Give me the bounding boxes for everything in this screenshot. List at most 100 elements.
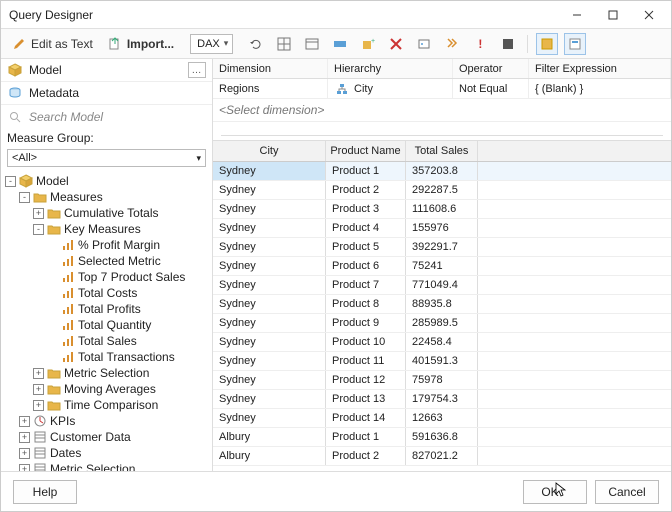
toolbar-stop-button[interactable] — [497, 33, 519, 55]
cancel-button[interactable]: Cancel — [595, 480, 659, 504]
expander-icon[interactable] — [47, 272, 58, 283]
expander-icon[interactable]: - — [33, 224, 44, 235]
metadata-row[interactable]: Metadata — [1, 82, 212, 105]
table-row[interactable]: AlburyProduct 2827021.2 — [213, 447, 671, 466]
expander-icon[interactable] — [47, 256, 58, 267]
toolbar-flatten-button[interactable] — [329, 33, 351, 55]
tree-node-label: Measures — [50, 190, 103, 204]
tree-node[interactable]: +Time Comparison — [1, 397, 212, 413]
toolbar-refresh-button[interactable] — [245, 33, 267, 55]
tree-node[interactable]: - Measures — [1, 189, 212, 205]
tree-node[interactable]: +Metric Selection — [1, 365, 212, 381]
expander-icon[interactable] — [47, 352, 58, 363]
select-dimension-placeholder[interactable]: <Select dimension> — [213, 99, 671, 122]
tree-node[interactable]: Total Quantity — [1, 317, 212, 333]
col-city[interactable]: City — [213, 141, 326, 161]
tree-node[interactable]: Total Profits — [1, 301, 212, 317]
table-row[interactable]: SydneyProduct 5392291.7 — [213, 238, 671, 257]
table-row[interactable]: SydneyProduct 13179754.3 — [213, 390, 671, 409]
toolbar-grid-button[interactable] — [273, 33, 295, 55]
table-row[interactable]: SydneyProduct 11401591.3 — [213, 352, 671, 371]
filter-operator[interactable]: Not Equal — [453, 79, 529, 98]
expander-icon[interactable] — [47, 304, 58, 315]
expander-icon[interactable] — [47, 320, 58, 331]
expander-icon[interactable]: - — [5, 176, 16, 187]
expander-icon[interactable]: + — [33, 208, 44, 219]
tree-node[interactable]: +Moving Averages — [1, 381, 212, 397]
expander-icon[interactable]: + — [19, 432, 30, 443]
expander-icon[interactable]: + — [33, 368, 44, 379]
table-row[interactable]: SydneyProduct 1412663 — [213, 409, 671, 428]
table-row[interactable]: SydneyProduct 9285989.5 — [213, 314, 671, 333]
table-row[interactable]: SydneyProduct 1357203.8 — [213, 162, 671, 181]
table-row[interactable]: SydneyProduct 3111608.6 — [213, 200, 671, 219]
expander-icon[interactable] — [47, 240, 58, 251]
model-browse-button[interactable]: … — [188, 62, 206, 78]
edit-as-text-button[interactable]: Edit as Text — [7, 33, 97, 55]
language-select[interactable]: DAX ▾ — [190, 34, 233, 54]
col-total[interactable]: Total Sales — [406, 141, 478, 161]
filter-hierarchy[interactable]: City — [328, 79, 453, 98]
tree-node[interactable]: +KPIs — [1, 413, 212, 429]
expander-icon[interactable]: - — [19, 192, 30, 203]
model-row[interactable]: Model … — [1, 59, 212, 82]
expander-icon[interactable]: + — [19, 416, 30, 427]
table-row[interactable]: SydneyProduct 1022458.4 — [213, 333, 671, 352]
minimize-button[interactable] — [559, 1, 595, 29]
tree-node[interactable]: Total Transactions — [1, 349, 212, 365]
tree-node[interactable]: Top 7 Product Sales — [1, 269, 212, 285]
search-model[interactable]: Search Model — [1, 105, 212, 129]
tree-node[interactable]: % Profit Margin — [1, 237, 212, 253]
toolbar-delete-button[interactable] — [385, 33, 407, 55]
tree-node[interactable]: +Metric Selection — [1, 461, 212, 471]
toolbar-warning-button[interactable]: ! — [469, 33, 491, 55]
tree-node[interactable]: Total Sales — [1, 333, 212, 349]
toolbar-table-button[interactable] — [301, 33, 323, 55]
col-product[interactable]: Product Name — [326, 141, 406, 161]
close-button[interactable] — [631, 1, 667, 29]
toolbar-prepare-button[interactable] — [441, 33, 463, 55]
help-button[interactable]: Help — [13, 480, 77, 504]
measure-group-select[interactable]: <All> ▾ — [7, 149, 206, 167]
toolbar-design-button[interactable] — [536, 33, 558, 55]
metadata-tree[interactable]: -Model-Measures+Cumulative Totals-Key Me… — [1, 171, 212, 471]
splitter[interactable] — [221, 128, 663, 136]
folder-icon — [47, 398, 61, 412]
folder-icon — [47, 366, 61, 380]
cell-product: Product 5 — [326, 238, 406, 256]
data-table[interactable]: SydneyProduct 1357203.8SydneyProduct 229… — [213, 162, 671, 471]
cell-product: Product 6 — [326, 257, 406, 275]
import-button[interactable]: Import... — [103, 33, 178, 55]
expander-icon[interactable]: + — [33, 400, 44, 411]
filter-expression[interactable]: { (Blank) } — [529, 79, 671, 98]
table-row[interactable]: SydneyProduct 1275978 — [213, 371, 671, 390]
cell-product: Product 14 — [326, 409, 406, 427]
table-row[interactable]: SydneyProduct 675241 — [213, 257, 671, 276]
tree-node[interactable]: -Key Measures — [1, 221, 212, 237]
tree-node[interactable]: Total Costs — [1, 285, 212, 301]
toolbar-add-member-button[interactable]: + — [357, 33, 379, 55]
toolbar-query-button[interactable] — [564, 33, 586, 55]
tree-node[interactable]: +Cumulative Totals — [1, 205, 212, 221]
expander-icon[interactable]: + — [19, 464, 30, 472]
maximize-button[interactable] — [595, 1, 631, 29]
tree-node[interactable]: +Dates — [1, 445, 212, 461]
ok-button[interactable]: OK — [523, 480, 587, 504]
cell-total: 88935.8 — [406, 295, 478, 313]
expander-icon[interactable]: + — [19, 448, 30, 459]
expander-icon[interactable] — [47, 336, 58, 347]
filter-row[interactable]: Regions City Not Equal { (Blank) } — [213, 79, 671, 99]
tree-node[interactable]: -Model — [1, 173, 212, 189]
table-row[interactable]: SydneyProduct 2292287.5 — [213, 181, 671, 200]
toolbar-params-button[interactable] — [413, 33, 435, 55]
expander-icon[interactable] — [47, 288, 58, 299]
table-row[interactable]: AlburyProduct 1591636.8 — [213, 428, 671, 447]
table-row[interactable]: SydneyProduct 4155976 — [213, 219, 671, 238]
table-row[interactable]: SydneyProduct 888935.8 — [213, 295, 671, 314]
chevron-down-icon: ▾ — [196, 153, 201, 164]
filter-dimension[interactable]: Regions — [213, 79, 328, 98]
expander-icon[interactable]: + — [33, 384, 44, 395]
table-row[interactable]: SydneyProduct 7771049.4 — [213, 276, 671, 295]
tree-node[interactable]: Selected Metric — [1, 253, 212, 269]
tree-node[interactable]: +Customer Data — [1, 429, 212, 445]
